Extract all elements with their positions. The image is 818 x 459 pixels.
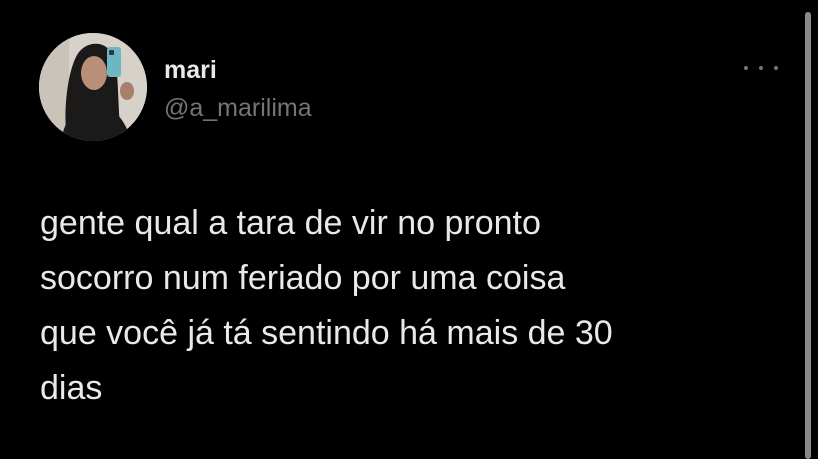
more-options-button[interactable] — [744, 58, 778, 78]
tweet-text: gente qual a tara de vir no pronto socor… — [40, 204, 613, 407]
tweet-card: mari @a_marilima gente qual a tara de vi… — [0, 0, 818, 459]
more-options-icon-dot — [774, 66, 778, 70]
avatar[interactable] — [39, 33, 147, 141]
scrollbar[interactable] — [805, 12, 811, 459]
more-options-icon — [744, 66, 748, 70]
display-name[interactable]: mari — [164, 55, 217, 85]
more-options-icon-dot — [759, 66, 763, 70]
profile-photo-icon — [39, 33, 147, 141]
user-handle[interactable]: @a_marilima — [164, 93, 312, 123]
